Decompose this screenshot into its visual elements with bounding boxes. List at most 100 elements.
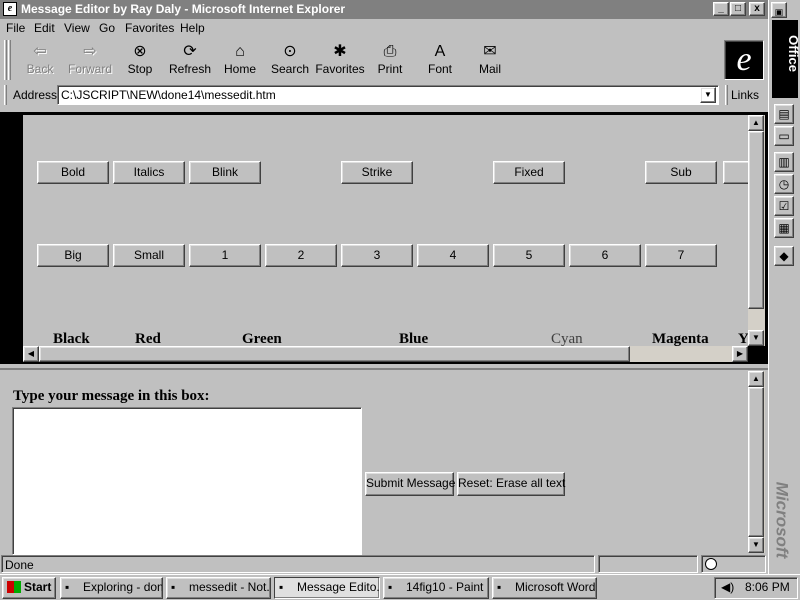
refresh-button[interactable]: ⟳ Refresh (165, 40, 215, 80)
menu-edit[interactable]: Edit (34, 21, 55, 35)
menu-favorites[interactable]: Favorites (125, 21, 174, 35)
task-icon[interactable]: ☑ (774, 196, 794, 216)
taskbar-button-microsoft-word[interactable]: ▪ Microsoft Word... (492, 577, 597, 599)
bold-button[interactable]: Bold (37, 161, 109, 184)
font-button[interactable]: A Font (415, 40, 465, 80)
scroll-thumb[interactable] (39, 346, 630, 362)
toolbar-label: Favorites (315, 62, 365, 76)
taskbar-button-message-edito[interactable]: ▪ Message Edito... (274, 577, 380, 599)
open-document-icon[interactable]: ▭ (774, 126, 794, 146)
partial-format-button[interactable] (723, 161, 748, 184)
speaker-icon[interactable]: ◀) (721, 578, 734, 597)
color-blue[interactable]: Blue (399, 331, 428, 347)
ie-window: e Message Editor by Ray Daly - Microsoft… (0, 0, 768, 574)
toolbar-label: Mail (478, 62, 501, 76)
forward-arrow-icon: ⇨ (83, 43, 97, 60)
blink-button[interactable]: Blink (189, 161, 261, 184)
mail-button[interactable]: ✉ Mail (465, 40, 515, 80)
stop-icon: ⊗ (133, 43, 147, 60)
links-label[interactable]: Links (731, 88, 759, 102)
close-button[interactable]: x (749, 2, 765, 16)
address-input[interactable]: C:\JSCRIPT\NEW\done14\messedit.htm (57, 85, 719, 105)
scroll-down-button[interactable]: ▼ (748, 537, 764, 553)
scroll-thumb[interactable] (748, 387, 764, 537)
message-textarea[interactable] (12, 407, 362, 555)
sub-button[interactable]: Sub (645, 161, 717, 184)
title-bar[interactable]: e Message Editor by Ray Daly - Microsoft… (0, 0, 768, 19)
color-black[interactable]: Black (53, 331, 90, 347)
search-button[interactable]: ⊙ Search (265, 40, 315, 80)
microsoft-brand: Microsoft (772, 481, 792, 559)
favorites-button[interactable]: ✱ Favorites (315, 40, 365, 80)
size-1-button[interactable]: 1 (189, 244, 261, 267)
taskbar-button-messedit-not[interactable]: ▪ messedit - Not... (166, 577, 271, 599)
word-icon: ▪ (497, 580, 502, 594)
address-label: Address (13, 88, 58, 102)
size-2-button[interactable]: 2 (265, 244, 337, 267)
ie-app-icon[interactable]: e (3, 2, 17, 16)
search-icon: ⊙ (283, 43, 297, 60)
size-5-button[interactable]: 5 (493, 244, 565, 267)
color-magenta[interactable]: Magenta (652, 331, 709, 347)
format-horizontal-scrollbar[interactable]: ◀ ▶ (23, 346, 748, 362)
back-button[interactable]: ⇦ Back (15, 40, 65, 80)
refresh-icon: ⟳ (183, 43, 197, 60)
minimize-button[interactable]: _ (713, 2, 729, 16)
menu-go[interactable]: Go (99, 21, 115, 35)
appointment-icon[interactable]: ◷ (774, 174, 794, 194)
forward-button[interactable]: ⇨ Forward (65, 40, 115, 80)
color-red[interactable]: Red (135, 331, 161, 347)
mail-icon: ✉ (483, 43, 497, 60)
menu-help[interactable]: Help (180, 21, 205, 35)
taskbar-label: messedit - Not... (189, 580, 271, 594)
scroll-up-button[interactable]: ▲ (748, 371, 764, 387)
paint-icon: ▪ (388, 580, 393, 594)
contact-card-icon[interactable]: ▥ (774, 152, 794, 172)
toolbar-grip[interactable] (8, 40, 11, 80)
taskbar-button-exploring-don[interactable]: ▪ Exploring - don... (60, 577, 163, 599)
office-bar-window-icon[interactable]: ▣ (771, 2, 787, 18)
size-big-button[interactable]: Big (37, 244, 109, 267)
scroll-left-button[interactable]: ◀ (23, 346, 39, 362)
format-vertical-scrollbar[interactable]: ▲ ▼ (748, 115, 765, 346)
taskbar: Start ▪ Exploring - don... ▪ messedit - Not… (0, 574, 800, 600)
menu-file[interactable]: File (6, 21, 25, 35)
submit-message-button[interactable]: Submit Message (365, 472, 455, 496)
toolbar-label: Forward (67, 62, 112, 76)
color-y[interactable]: Y (738, 331, 748, 347)
address-dropdown-button[interactable]: ▼ (700, 87, 716, 103)
size-small-button[interactable]: Small (113, 244, 185, 267)
toolbar: ⇦ Back ⇨ Forward ⊗ Stop ⟳ Refresh ⌂ Home ⊙ Search ✱ F… (0, 38, 768, 82)
strike-button[interactable]: Strike (341, 161, 413, 184)
size-7-button[interactable]: 7 (645, 244, 717, 267)
fixed-button[interactable]: Fixed (493, 161, 565, 184)
scroll-down-button[interactable]: ▼ (748, 330, 764, 346)
print-button[interactable]: ⎙ Print (365, 40, 415, 80)
scroll-right-button[interactable]: ▶ (732, 346, 748, 362)
color-cyan[interactable]: Cyan (551, 331, 583, 347)
message-vertical-scrollbar[interactable]: ▲ ▼ (748, 371, 765, 553)
start-button[interactable]: Start (2, 577, 56, 599)
size-3-button[interactable]: 3 (341, 244, 413, 267)
stop-button[interactable]: ⊗ Stop (115, 40, 165, 80)
maximize-button[interactable]: □ (730, 2, 746, 16)
office-answer-icon[interactable]: ◆ (774, 246, 794, 266)
home-button[interactable]: ⌂ Home (215, 40, 265, 80)
office-logo-icon[interactable]: Office (772, 20, 800, 98)
new-document-icon[interactable]: ▤ (774, 104, 794, 124)
italics-button[interactable]: Italics (113, 161, 185, 184)
toolbar-grip[interactable] (4, 40, 7, 80)
toolbar-label: Search (270, 62, 310, 76)
scroll-up-button[interactable]: ▲ (748, 115, 764, 131)
size-6-button[interactable]: 6 (569, 244, 641, 267)
size-4-button[interactable]: 4 (417, 244, 489, 267)
menu-view[interactable]: View (64, 21, 90, 35)
clock[interactable]: 8:06 PM (745, 578, 790, 597)
scroll-thumb[interactable] (748, 131, 764, 309)
taskbar-button-14fig10-paint[interactable]: ▪ 14fig10 - Paint (383, 577, 489, 599)
address-grip[interactable] (4, 85, 7, 105)
address-book-icon[interactable]: ▦ (774, 218, 794, 238)
color-green[interactable]: Green (242, 331, 282, 347)
reset-button[interactable]: Reset: Erase all text (457, 472, 565, 496)
links-grip[interactable] (725, 85, 728, 105)
